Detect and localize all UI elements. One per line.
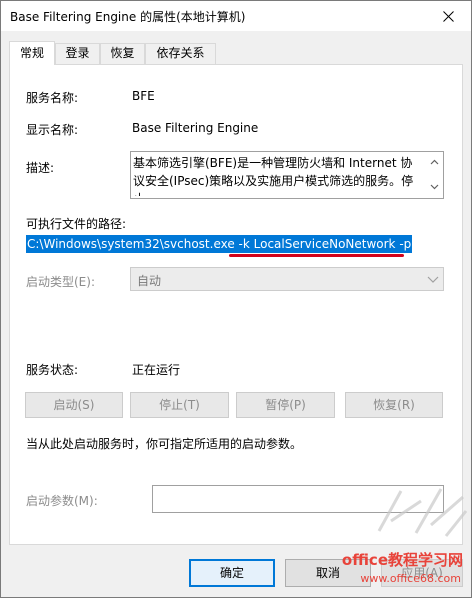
title-bar: Base Filtering Engine 的属性(本地计算机) (1, 1, 471, 31)
startup-type-select[interactable]: 自动 (130, 267, 444, 291)
description-box[interactable]: 基本筛选引擎(BFE)是一种管理防火墙和 Internet 协议安全(IPsec… (130, 151, 444, 199)
ok-button[interactable]: 确定 (189, 559, 275, 587)
executable-path[interactable]: C:\Windows\system32\svchost.exe -k Local… (26, 235, 413, 253)
scroll-up-icon[interactable] (430, 158, 439, 167)
tab-recovery[interactable]: 恢复 (100, 43, 145, 64)
general-panel: 服务名称: BFE 显示名称: Base Filtering Engine 描述… (9, 64, 463, 545)
watermark-site-url: www.office68.com (360, 572, 461, 585)
startup-type-label: 启动类型(E): (26, 275, 95, 289)
window-title: Base Filtering Engine 的属性(本地计算机) (10, 10, 246, 24)
service-name-value: BFE (132, 89, 155, 103)
service-name-label: 服务名称: (26, 91, 79, 105)
service-status-value: 正在运行 (132, 363, 181, 377)
display-name-label: 显示名称: (26, 123, 79, 137)
path-highlight-underline (229, 254, 404, 257)
startup-params-label: 启动参数(M): (26, 494, 98, 508)
start-button[interactable]: 启动(S) (25, 392, 123, 418)
description-scrollbar[interactable] (426, 152, 443, 198)
close-button[interactable] (425, 1, 471, 31)
tab-general[interactable]: 常规 (9, 41, 55, 65)
service-properties-dialog: Base Filtering Engine 的属性(本地计算机) 常规 登录 恢… (0, 0, 472, 598)
resume-button[interactable]: 恢复(R) (345, 392, 443, 418)
tab-logon[interactable]: 登录 (55, 43, 100, 64)
description-label: 描述: (26, 161, 55, 175)
close-icon (442, 10, 454, 22)
chevron-down-icon (427, 276, 439, 283)
startup-params-hint: 当从此处启动服务时，你可指定所适用的启动参数。 (26, 437, 303, 451)
display-name-value: Base Filtering Engine (132, 121, 259, 135)
service-status-label: 服务状态: (26, 363, 79, 377)
tab-dependencies[interactable]: 依存关系 (145, 43, 216, 64)
scroll-down-icon[interactable] (430, 182, 439, 191)
stop-button[interactable]: 停止(T) (130, 392, 229, 418)
startup-type-value: 自动 (137, 274, 162, 288)
pause-button[interactable]: 暂停(P) (236, 392, 335, 418)
watermark-logo-icon (377, 488, 468, 537)
path-label: 可执行文件的路径: (26, 217, 127, 231)
description-text: 基本筛选引擎(BFE)是一种管理防火墙和 Internet 协议安全(IPsec… (133, 156, 414, 196)
watermark-site-name: office教程学习网 (341, 551, 463, 569)
